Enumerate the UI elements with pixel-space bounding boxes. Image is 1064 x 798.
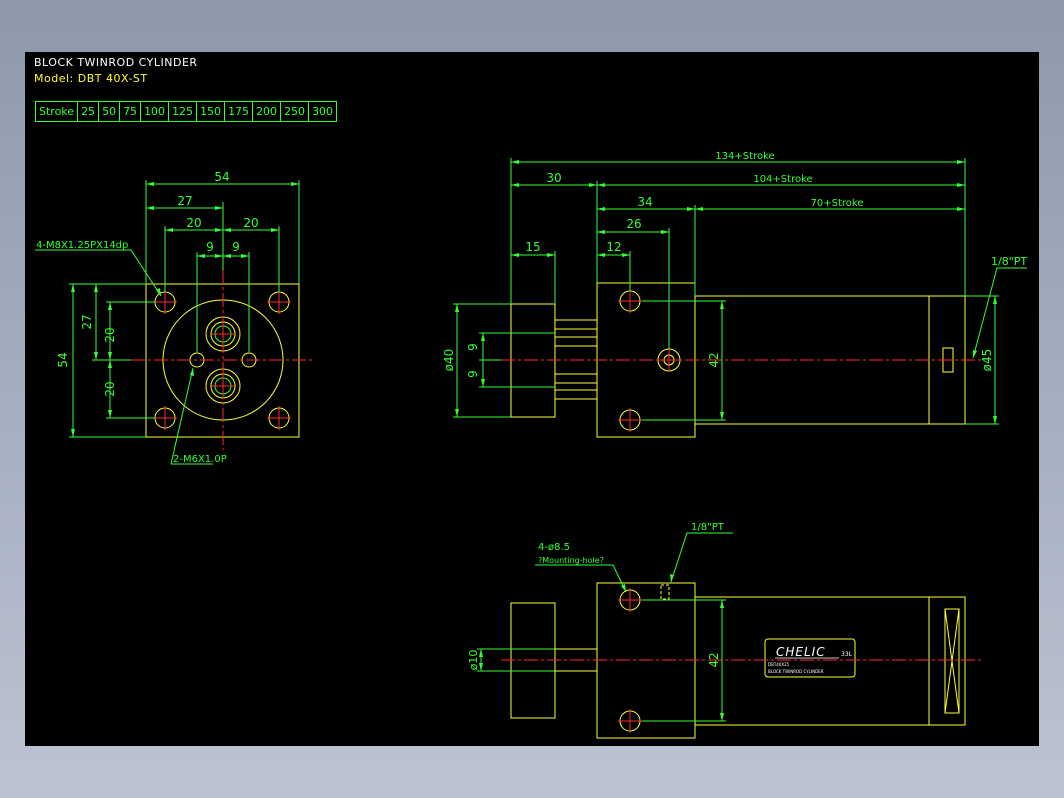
dim-label: 9 bbox=[466, 370, 480, 378]
cylinder-tube bbox=[695, 596, 930, 726]
dim-label: 9 bbox=[466, 343, 480, 351]
port-label: 1/8"PT bbox=[691, 522, 725, 533]
dim-label: 34 bbox=[637, 195, 652, 209]
dim-label: ø40 bbox=[442, 349, 456, 372]
dim-label: ø10 bbox=[467, 650, 480, 671]
callout-tap-holes: 4-M8X1.25PX14dp bbox=[36, 240, 128, 251]
dim-label: 54 bbox=[56, 352, 70, 367]
leader-line bbox=[535, 564, 627, 593]
dim-label: 20 bbox=[103, 327, 117, 342]
dim-label: 27 bbox=[80, 314, 94, 329]
dim-label: 42 bbox=[707, 652, 721, 667]
dim-label: 15 bbox=[525, 240, 540, 254]
port-label: 1/8"PT bbox=[991, 255, 1027, 268]
dim-label: ø45 bbox=[980, 349, 994, 372]
mount-hole-note: ?Mounting-hole? bbox=[538, 556, 604, 565]
nameplate-line: BLOCK TWINROD CYLINDER bbox=[768, 669, 824, 674]
dim-label: 134+Stroke bbox=[715, 151, 774, 162]
end-cap bbox=[928, 596, 966, 726]
leader-line bbox=[35, 249, 162, 297]
dim-label: 27 bbox=[177, 194, 192, 208]
leader-line bbox=[972, 267, 1027, 359]
drawing-sheet: BLOCK TWINROD CYLINDER Model: DBT 40X-ST… bbox=[25, 52, 1039, 746]
callout-rod-threads: 2-M6X1.0P bbox=[173, 454, 227, 465]
guide-rod bbox=[554, 319, 598, 330]
dim-label: 26 bbox=[626, 217, 641, 231]
bottom-view: ø10 42 1/8"PT 4-ø8.5 ?Mounting-hole? CHE… bbox=[467, 522, 983, 739]
dim-label: 104+Stroke bbox=[753, 174, 812, 185]
brand-suffix: 33L bbox=[841, 651, 853, 658]
dim-label: 9 bbox=[206, 240, 214, 254]
cad-drawing: 54 27 20 20 9 9 54 27 20 20 4-M8X1.25PX1… bbox=[35, 151, 1027, 739]
nameplate-line: DBT40X25 bbox=[768, 662, 790, 667]
dim-label: 42 bbox=[707, 352, 721, 367]
dim-label: 54 bbox=[214, 170, 229, 184]
leader-line bbox=[670, 532, 733, 583]
front-view: 54 27 20 20 9 9 54 27 20 20 4-M8X1.25PX1… bbox=[35, 170, 315, 465]
brand-logo: CHELIC bbox=[776, 645, 826, 659]
dim-label: 12 bbox=[606, 240, 621, 254]
dim-label: 30 bbox=[546, 171, 561, 185]
side-view: 134+Stroke 30 104+Stroke 34 70+Stroke 15… bbox=[442, 151, 1027, 438]
dim-label: 20 bbox=[186, 216, 201, 230]
dim-label: 20 bbox=[243, 216, 258, 230]
dim-label: 9 bbox=[232, 240, 240, 254]
mount-hole-label: 4-ø8.5 bbox=[538, 542, 570, 553]
dim-label: 20 bbox=[103, 381, 117, 396]
dim-label: 70+Stroke bbox=[811, 198, 864, 209]
